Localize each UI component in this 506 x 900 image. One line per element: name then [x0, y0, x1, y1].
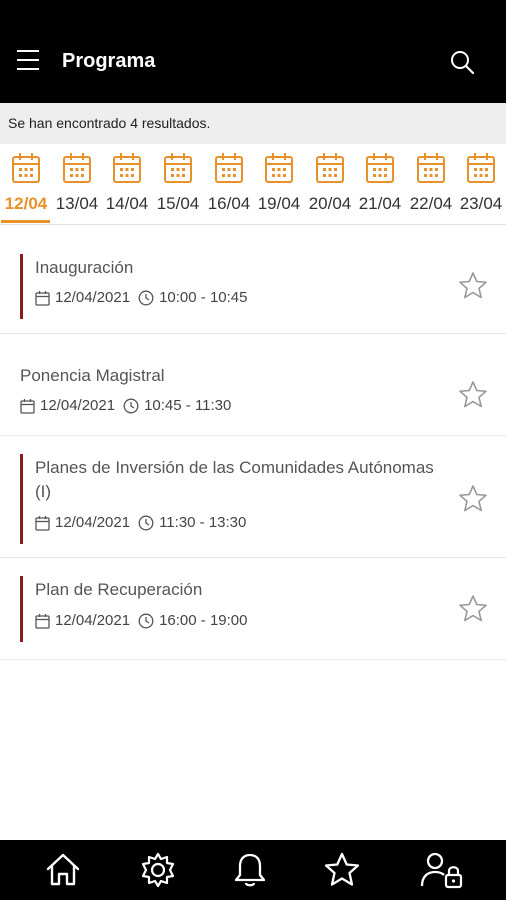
- calendar-icon: [265, 153, 293, 183]
- date-tab-21-04[interactable]: 21/04: [354, 144, 405, 224]
- date-label: 13/04: [55, 194, 99, 213]
- date-tab-23-04[interactable]: 23/04: [455, 144, 506, 224]
- session-item[interactable]: Plan de Recuperación 12/04/2021 16:00 - …: [0, 558, 506, 660]
- clock-icon: [138, 290, 154, 305]
- date-tab-14-04[interactable]: 14/04: [101, 144, 152, 224]
- calendar-small-icon: [20, 398, 35, 414]
- favorite-star-icon[interactable]: [458, 484, 488, 514]
- bottom-nav: [0, 840, 506, 900]
- date-label: 16/04: [207, 194, 251, 213]
- settings-icon[interactable]: [138, 850, 178, 890]
- session-time: 10:00 - 10:45: [159, 289, 248, 306]
- search-icon[interactable]: [450, 50, 476, 76]
- date-tab-22-04[interactable]: 22/04: [405, 144, 456, 224]
- session-item[interactable]: Inauguración 12/04/2021 10:00 - 10:45: [0, 226, 506, 334]
- session-meta: 12/04/2021 10:00 - 10:45: [35, 289, 247, 306]
- calendar-small-icon: [35, 515, 50, 531]
- session-marker: [20, 576, 23, 642]
- session-title: Ponencia Magistral: [20, 366, 165, 385]
- session-time: 10:45 - 11:30: [144, 397, 232, 414]
- clock-icon: [138, 515, 154, 530]
- date-label: 14/04: [105, 194, 149, 213]
- session-date: 12/04/2021: [55, 514, 131, 531]
- session-date: 12/04/2021: [40, 397, 116, 414]
- session-meta: 12/04/2021 10:45 - 11:30: [20, 397, 231, 414]
- bell-icon[interactable]: [230, 850, 270, 890]
- page-title: Programa: [62, 50, 156, 72]
- date-label: 12/04: [4, 194, 48, 213]
- calendar-icon: [316, 153, 344, 183]
- session-date: 12/04/2021: [55, 289, 131, 306]
- date-tab-15-04[interactable]: 15/04: [152, 144, 203, 224]
- hamburger-menu-icon[interactable]: [15, 50, 43, 76]
- session-title: Plan de Recuperación: [35, 580, 203, 599]
- date-label: 21/04: [358, 194, 402, 213]
- date-label: 19/04: [257, 194, 301, 213]
- favorite-star-icon[interactable]: [458, 271, 488, 301]
- app-bar: Programa: [0, 0, 506, 103]
- active-tab-indicator: [1, 220, 50, 223]
- calendar-icon: [12, 153, 40, 183]
- date-tab-13-04[interactable]: 13/04: [51, 144, 102, 224]
- session-marker: [20, 454, 23, 544]
- session-item[interactable]: Planes de Inversión de las Comunidades A…: [0, 436, 506, 558]
- date-tab-16-04[interactable]: 16/04: [203, 144, 254, 224]
- session-time: 16:00 - 19:00: [159, 612, 248, 629]
- session-meta: 12/04/2021 11:30 - 13:30: [35, 514, 246, 531]
- calendar-icon: [417, 153, 445, 183]
- date-tab-12-04[interactable]: 12/04: [0, 144, 51, 224]
- clock-icon: [123, 398, 139, 413]
- star-icon[interactable]: [322, 850, 362, 890]
- session-item[interactable]: Ponencia Magistral 12/04/2021 10:45 - 11…: [0, 334, 506, 436]
- results-count: Se han encontrado 4 resultados.: [0, 103, 506, 144]
- date-label: 22/04: [409, 194, 453, 213]
- clock-icon: [138, 613, 154, 628]
- home-icon[interactable]: [43, 850, 83, 890]
- date-tab-19-04[interactable]: 19/04: [253, 144, 304, 224]
- user-lock-icon[interactable]: [419, 850, 465, 890]
- favorite-star-icon[interactable]: [458, 594, 488, 624]
- calendar-icon: [63, 153, 91, 183]
- calendar-icon: [366, 153, 394, 183]
- session-meta: 12/04/2021 16:00 - 19:00: [35, 612, 247, 629]
- session-title: Planes de Inversión de las Comunidades A…: [35, 458, 434, 501]
- calendar-small-icon: [35, 290, 50, 306]
- favorite-star-icon[interactable]: [458, 380, 488, 410]
- session-date: 12/04/2021: [55, 612, 131, 629]
- session-title: Inauguración: [35, 258, 134, 277]
- calendar-icon: [164, 153, 192, 183]
- calendar-small-icon: [35, 613, 50, 629]
- calendar-icon: [215, 153, 243, 183]
- date-label: 23/04: [459, 194, 503, 213]
- date-tabs: 12/04 13/04 14/04 15/04 16/04 19/04 20/0…: [0, 144, 506, 225]
- date-label: 20/04: [308, 194, 352, 213]
- session-time: 11:30 - 13:30: [159, 514, 247, 531]
- calendar-icon: [467, 153, 495, 183]
- session-marker: [20, 254, 23, 319]
- date-label: 15/04: [156, 194, 200, 213]
- calendar-icon: [113, 153, 141, 183]
- date-tab-20-04[interactable]: 20/04: [304, 144, 355, 224]
